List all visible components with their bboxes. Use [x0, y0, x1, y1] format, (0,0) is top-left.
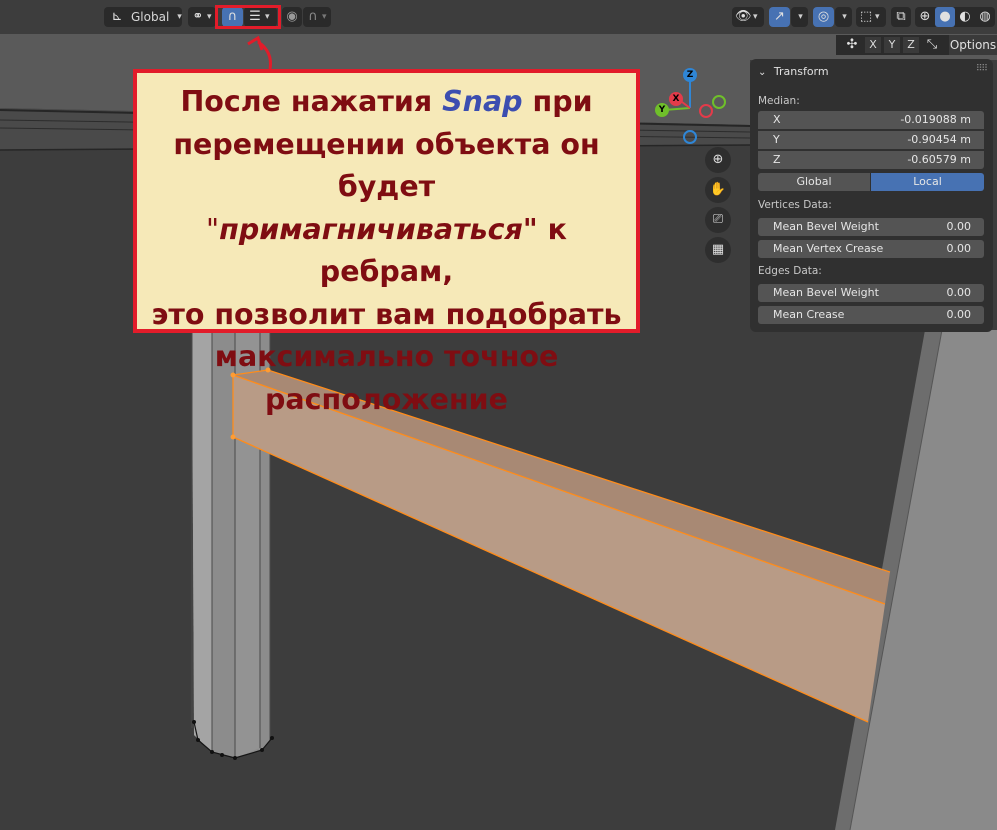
- gizmo-dropdown[interactable]: ▾: [791, 7, 808, 27]
- overlays-dropdown[interactable]: ▾: [835, 7, 852, 27]
- chevron-down-icon: ▾: [207, 12, 212, 22]
- mesh-edit-overlays-dropdown[interactable]: ⬚ ▾: [856, 7, 886, 27]
- gizmo-neg-z-axis[interactable]: [683, 130, 697, 144]
- zoom-icon[interactable]: ⊕: [705, 147, 731, 173]
- mirror-icon[interactable]: ✣: [844, 35, 860, 55]
- global-toggle[interactable]: Global: [758, 173, 870, 191]
- transform-panel: ⌄ Transform ⠿⠿ Median: X -0.019088 m Y -…: [750, 59, 993, 332]
- 3d-viewport[interactable]: ⊾ Global ▾ ⚭ ▾ ∩ ☰ ▾ ◉ ∩ ▾ 👁 ▾ ↗ ▾ ◎ ▾ ⬚…: [0, 0, 997, 830]
- callout-line-1: После нажатия Snap при: [180, 85, 593, 118]
- mirror-z-button[interactable]: Z: [903, 37, 919, 53]
- callout-line-5: максимально точное: [214, 340, 559, 373]
- vertex-bevel-weight-field[interactable]: Mean Bevel Weight 0.00: [758, 218, 984, 236]
- overlays-icon: ◎: [817, 9, 830, 24]
- vertices-data-label: Vertices Data:: [758, 199, 832, 211]
- transform-orientation-dropdown[interactable]: ⊾ Global ▾: [104, 7, 182, 27]
- gizmo-icon: ↗: [774, 9, 785, 24]
- camera-view-icon[interactable]: ⎚: [705, 207, 731, 233]
- pan-hand-icon[interactable]: ✋: [705, 177, 731, 203]
- chevron-down-icon: ▾: [753, 12, 758, 22]
- callout-text: После нажатия Snap при перемещении объек…: [137, 81, 636, 421]
- xray-toggle-button[interactable]: ⧉: [891, 7, 911, 27]
- solid-shading-icon[interactable]: ●: [935, 7, 955, 27]
- annotation-callout: После нажатия Snap при перемещении объек…: [133, 69, 640, 416]
- vertex-crease-field[interactable]: Mean Vertex Crease 0.00: [758, 240, 984, 258]
- transform-panel-title: Transform: [773, 65, 829, 78]
- perspective-grid-icon[interactable]: ▦: [705, 237, 731, 263]
- chevron-down-icon: ▾: [322, 12, 327, 22]
- chevron-down-icon: ▾: [798, 12, 803, 22]
- chevron-down-icon: ⌄: [758, 67, 767, 78]
- navigation-gizmo[interactable]: Z Y X: [652, 68, 730, 146]
- local-toggle[interactable]: Local: [871, 173, 984, 191]
- shading-modes: ⊕ ● ◐ ◍: [915, 7, 995, 27]
- mirror-x-button[interactable]: X: [865, 37, 881, 53]
- edge-crease-field[interactable]: Mean Crease 0.00: [758, 306, 984, 324]
- material-shading-icon[interactable]: ◐: [955, 7, 975, 27]
- options-button[interactable]: Options: [949, 35, 997, 55]
- orientation-label: Global: [131, 10, 170, 24]
- proportional-falloff-dropdown[interactable]: ∩ ▾: [303, 7, 331, 27]
- wireframe-shading-icon[interactable]: ⊕: [915, 7, 935, 27]
- callout-line-3: "примагничиваться" к ребрам,: [206, 212, 567, 289]
- gizmo-toggle-button[interactable]: ↗: [769, 7, 790, 27]
- mirror-y-button[interactable]: Y: [884, 37, 900, 53]
- chevron-down-icon: ▾: [842, 12, 847, 22]
- gizmo-neg-x-axis[interactable]: [699, 104, 713, 118]
- gizmo-x-axis[interactable]: X: [669, 92, 683, 106]
- gizmo-neg-y-axis[interactable]: [712, 95, 726, 109]
- snap-word: Snap: [442, 85, 523, 118]
- edge-bevel-weight-field[interactable]: Mean Bevel Weight 0.00: [758, 284, 984, 302]
- auto-merge-icon[interactable]: ⤡: [924, 35, 940, 55]
- transform-panel-header[interactable]: ⌄ Transform: [758, 65, 829, 78]
- callout-line-2: перемещении объекта он будет: [173, 127, 600, 204]
- proportional-edit-icon: ◉: [286, 9, 298, 24]
- median-x-field[interactable]: X -0.019088 m: [758, 111, 984, 129]
- gizmo-z-axis[interactable]: Z: [683, 68, 697, 82]
- xray-icon: ⧉: [896, 9, 906, 24]
- median-z-field[interactable]: Z -0.60579 m: [758, 151, 984, 169]
- median-label: Median:: [758, 95, 800, 107]
- overlays-toggle-button[interactable]: ◎: [813, 7, 834, 27]
- callout-line-4: это позволит вам подобрать: [151, 297, 622, 331]
- pivot-point-dropdown[interactable]: ⚭ ▾: [188, 7, 216, 27]
- snap-highlight-frame: [215, 5, 281, 29]
- gizmo-y-axis[interactable]: Y: [655, 103, 669, 117]
- rendered-shading-icon[interactable]: ◍: [975, 7, 995, 27]
- orientation-icon: ⊾: [111, 9, 123, 24]
- median-y-field[interactable]: Y -0.90454 m: [758, 131, 984, 149]
- pivot-icon: ⚭: [192, 9, 204, 24]
- falloff-curve-icon: ∩: [308, 9, 318, 24]
- chevron-down-icon: ▾: [875, 12, 880, 22]
- chevron-down-icon: ▾: [177, 12, 182, 22]
- edges-data-label: Edges Data:: [758, 265, 822, 277]
- viewport-header: ⊾ Global ▾ ⚭ ▾ ∩ ☰ ▾ ◉ ∩ ▾ 👁 ▾ ↗ ▾ ◎ ▾ ⬚…: [0, 0, 997, 34]
- visibility-dropdown[interactable]: 👁 ▾: [732, 7, 764, 27]
- drag-handle-icon[interactable]: ⠿⠿: [976, 64, 988, 74]
- mesh-overlay-icon: ⬚: [859, 9, 873, 24]
- callout-line-6: расположение: [265, 382, 508, 416]
- eye-icon: 👁: [735, 9, 752, 24]
- proportional-editing-button[interactable]: ◉: [282, 7, 302, 27]
- options-row: ✣ X Y Z ⤡ Options: [836, 35, 997, 55]
